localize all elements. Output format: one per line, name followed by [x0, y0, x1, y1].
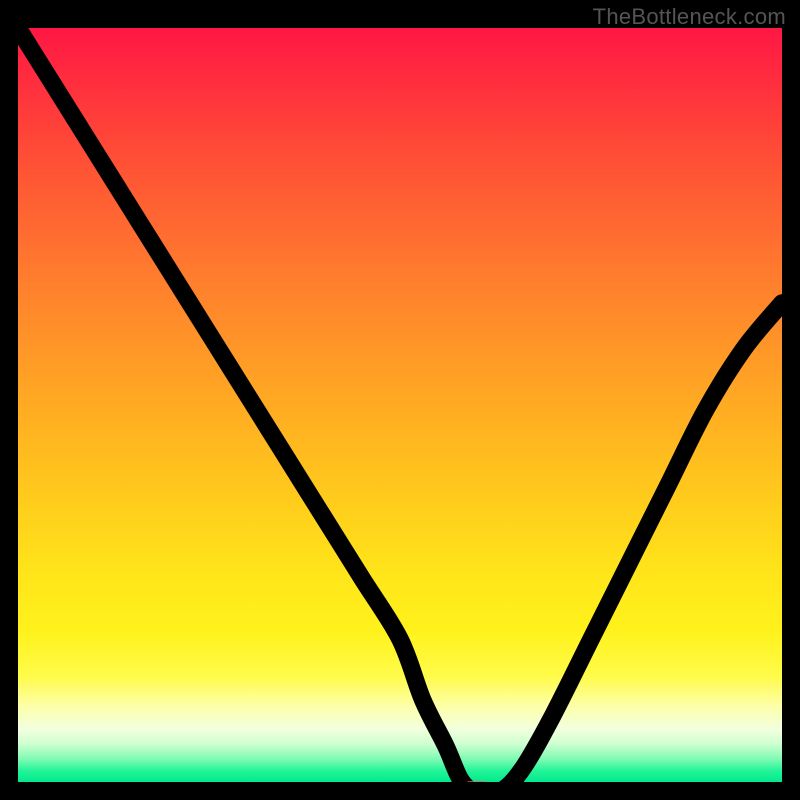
chart-frame: TheBottleneck.com — [0, 0, 800, 800]
plot-area — [18, 28, 782, 782]
watermark-text: TheBottleneck.com — [593, 4, 786, 30]
chart-svg — [18, 28, 782, 782]
bottleneck-curve — [18, 28, 782, 782]
